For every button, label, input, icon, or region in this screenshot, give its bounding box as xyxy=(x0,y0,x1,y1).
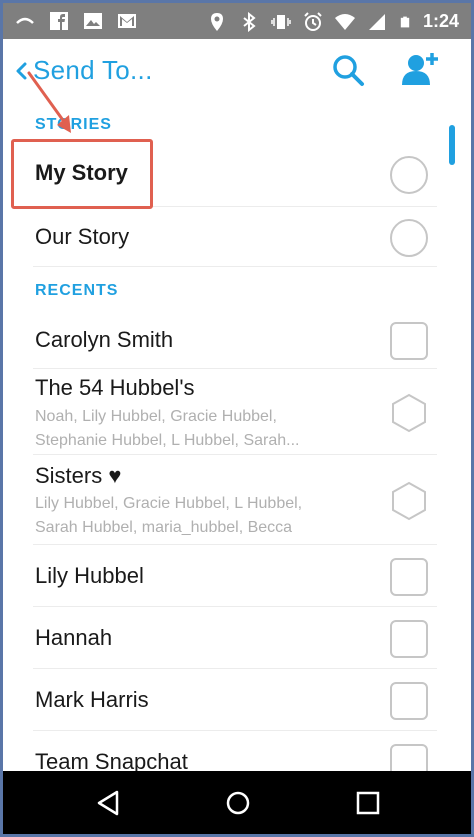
list-item-name: Our Story xyxy=(35,224,130,249)
list-item-our-story[interactable]: Our Story xyxy=(3,207,443,267)
add-friend-icon[interactable] xyxy=(401,51,439,87)
cast-icon xyxy=(16,17,34,24)
back-triangle-icon[interactable] xyxy=(95,789,123,817)
select-square[interactable] xyxy=(389,681,429,721)
bluetooth-icon xyxy=(243,11,256,32)
list-item-group-54-hubbels[interactable]: The 54 Hubbel's Noah, Lily Hubbel, Graci… xyxy=(3,369,443,455)
list-item-name: Team Snapchat xyxy=(35,749,188,771)
select-hexagon[interactable] xyxy=(389,393,429,433)
image-icon xyxy=(84,13,102,29)
section-header-stories: STORIES xyxy=(35,116,112,133)
list-item-name: Hannah xyxy=(35,625,113,650)
scrollbar[interactable] xyxy=(449,125,455,165)
gmail-icon xyxy=(118,14,136,28)
status-time: 1:24 xyxy=(422,11,459,31)
group-members-line1: Noah, Lily Hubbel, Gracie Hubbel, xyxy=(35,408,277,425)
list-item-name: Sisters ♥ xyxy=(35,463,122,488)
group-members-line2: Stephanie Hubbel, L Hubbel, Sarah... xyxy=(35,432,300,449)
select-square[interactable] xyxy=(389,321,429,361)
list-item-name: My Story xyxy=(35,160,128,185)
location-icon xyxy=(210,12,223,31)
list-item-name: Mark Harris xyxy=(35,687,149,712)
signal-icon xyxy=(368,13,385,30)
search-icon[interactable] xyxy=(331,53,365,87)
list-item-name: Lily Hubbel xyxy=(35,563,144,588)
status-bar: 1:24 xyxy=(3,3,471,39)
select-square[interactable] xyxy=(389,743,429,771)
alarm-icon xyxy=(304,11,322,31)
back-button[interactable]: Send To... xyxy=(13,55,153,86)
list-item-group-sisters[interactable]: Sisters ♥ Lily Hubbel, Gracie Hubbel, L … xyxy=(3,455,443,545)
list-item-team-snapchat[interactable]: Team Snapchat xyxy=(3,731,443,771)
select-square[interactable] xyxy=(389,557,429,597)
vibrate-icon xyxy=(271,14,291,29)
recipient-list[interactable]: STORIES My Story Our Story RECENTS Carol… xyxy=(3,103,471,771)
list-item-name: Carolyn Smith xyxy=(35,327,174,352)
select-circle[interactable] xyxy=(389,218,429,258)
navigation-bar xyxy=(3,771,471,834)
section-header-recents: RECENTS xyxy=(35,282,119,299)
list-item-lily-hubbel[interactable]: Lily Hubbel xyxy=(3,545,443,607)
facebook-icon xyxy=(50,12,68,30)
header: Send To... xyxy=(3,39,471,103)
battery-icon xyxy=(400,16,410,27)
page-title: Send To... xyxy=(33,55,153,85)
list-item-carolyn-smith[interactable]: Carolyn Smith xyxy=(3,309,443,369)
list-item-my-story[interactable]: My Story xyxy=(3,143,443,207)
list-item-mark-harris[interactable]: Mark Harris xyxy=(3,669,443,731)
group-members-line1: Lily Hubbel, Gracie Hubbel, L Hubbel, xyxy=(35,495,303,512)
phone-screen: 1:24 Send To... STORIES My Story Our Sto… xyxy=(3,3,471,834)
list-item-hannah[interactable]: Hannah xyxy=(3,607,443,669)
chevron-left-icon[interactable] xyxy=(13,58,29,84)
select-hexagon[interactable] xyxy=(389,481,429,521)
group-members-line2: Sarah Hubbel, maria_hubbel, Becca xyxy=(35,519,293,536)
select-circle[interactable] xyxy=(389,155,429,195)
home-circle-icon[interactable] xyxy=(224,789,252,817)
wifi-icon xyxy=(334,13,355,30)
list-item-name: The 54 Hubbel's xyxy=(35,375,195,400)
select-square[interactable] xyxy=(389,619,429,659)
recents-square-icon[interactable] xyxy=(354,789,382,817)
